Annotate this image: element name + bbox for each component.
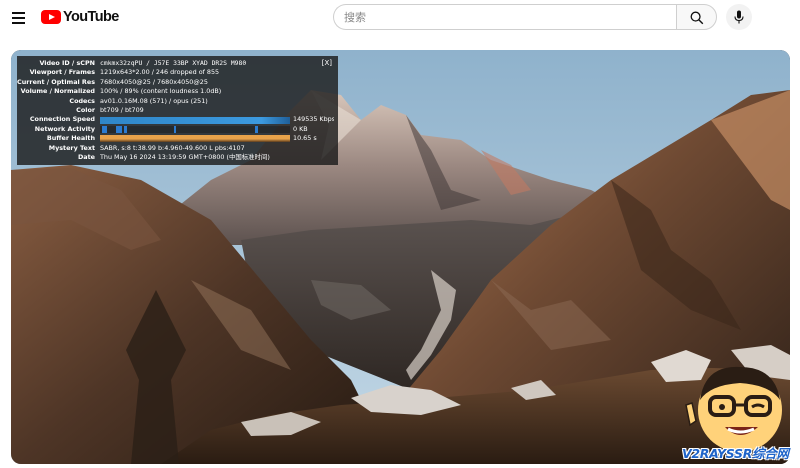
stat-label: Mystery Text bbox=[48, 143, 95, 152]
stat-row-video-id: Video ID / sCPN cmkmx32zqPU / J57E 33BP … bbox=[17, 59, 334, 68]
stat-row-volume: Volume / Normalized 100% / 89% (content … bbox=[17, 87, 334, 96]
stat-row-resolution: Current / Optimal Res 7680x4050@25 / 768… bbox=[17, 78, 334, 87]
search-box bbox=[333, 4, 717, 30]
network-activity-graph bbox=[100, 125, 290, 133]
stat-value: 149535 Kbps bbox=[293, 115, 334, 124]
network-spike bbox=[255, 125, 258, 133]
stat-row-viewport: Viewport / Frames 1219x643*2.00 / 246 dr… bbox=[17, 68, 334, 77]
voice-search-button[interactable] bbox=[726, 4, 752, 30]
connection-speed-graph bbox=[100, 116, 290, 124]
video-player[interactable]: [X] Video ID / sCPN cmkmx32zqPU / J57E 3… bbox=[11, 50, 790, 464]
stat-value: 0 KB bbox=[293, 124, 308, 133]
stat-row-codecs: Codecs av01.0.16M.08 (571) / opus (251) bbox=[17, 97, 334, 106]
microphone-icon bbox=[734, 10, 744, 24]
stat-row-buffer-health: Buffer Health 10.65 s bbox=[17, 134, 334, 143]
stat-row-mystery-text: Mystery Text SABR, s:8 t:38.99 b:4.960-4… bbox=[17, 144, 334, 153]
stat-row-date: Date Thu May 16 2024 13:19:59 GMT+0800 (… bbox=[17, 153, 334, 162]
search-input[interactable] bbox=[333, 4, 676, 30]
stat-row-color: Color bt709 / bt709 bbox=[17, 106, 334, 115]
search-icon bbox=[690, 11, 704, 25]
stat-value: 100% / 89% (content loudness 1.0dB) bbox=[100, 87, 222, 96]
stat-value: 1219x643*2.00 / 246 dropped of 855 bbox=[100, 68, 220, 77]
stat-value: cmkmx32zqPU / J57E 33BP XYAD DR2S M980 bbox=[100, 59, 247, 67]
stat-value: bt709 / bt709 bbox=[100, 105, 144, 114]
stat-label: Buffer Health bbox=[46, 134, 95, 143]
stat-value: 10.65 s bbox=[293, 134, 317, 143]
stat-label: Codecs bbox=[69, 96, 95, 105]
youtube-play-icon bbox=[41, 10, 61, 24]
stats-close-button[interactable]: [X] bbox=[322, 59, 332, 68]
stat-row-network-activity: Network Activity 0 KB bbox=[17, 125, 334, 134]
stat-value: av01.0.16M.08 (571) / opus (251) bbox=[100, 96, 208, 105]
menu-button[interactable] bbox=[8, 7, 30, 27]
menu-icon-line bbox=[12, 17, 25, 19]
buffer-health-fill bbox=[100, 135, 290, 143]
buffer-health-graph bbox=[100, 135, 290, 143]
stat-label: Video ID / sCPN bbox=[39, 59, 95, 67]
stats-for-nerds-panel: [X] Video ID / sCPN cmkmx32zqPU / J57E 3… bbox=[17, 56, 338, 165]
menu-icon bbox=[12, 12, 25, 14]
network-spike bbox=[102, 125, 107, 133]
stat-label: Date bbox=[77, 152, 95, 161]
stat-label: Viewport / Frames bbox=[29, 68, 95, 77]
stat-row-connection-speed: Connection Speed 149535 Kbps bbox=[17, 115, 334, 124]
stat-label: Network Activity bbox=[34, 124, 95, 133]
network-spike bbox=[124, 125, 127, 133]
stat-label: Connection Speed bbox=[29, 115, 95, 124]
stat-value: SABR, s:8 t:38.99 b:4.960-49.600 L pbs:4… bbox=[100, 143, 245, 152]
stat-label: Color bbox=[76, 105, 95, 114]
logo-text: YouTube bbox=[63, 9, 119, 25]
stat-value: Thu May 16 2024 13:19:59 GMT+0800 (中国标准时… bbox=[100, 152, 270, 161]
youtube-logo[interactable]: YouTube bbox=[41, 9, 119, 25]
search-button[interactable] bbox=[676, 4, 717, 30]
stat-value: 7680x4050@25 / 7680x4050@25 bbox=[100, 77, 208, 86]
stat-label: Volume / Normalized bbox=[20, 87, 95, 96]
masthead: YouTube bbox=[0, 0, 800, 34]
watermark-text: V2RAYSSR综合网 bbox=[682, 446, 789, 461]
network-spike bbox=[116, 125, 122, 133]
menu-icon-line bbox=[12, 22, 25, 24]
connection-speed-fill bbox=[100, 116, 290, 124]
network-spike bbox=[174, 125, 176, 133]
stat-label: Current / Optimal Res bbox=[17, 77, 95, 86]
